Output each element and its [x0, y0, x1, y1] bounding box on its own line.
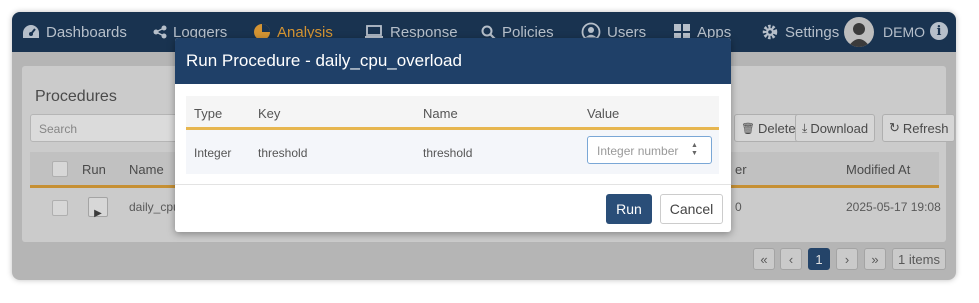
- parameter-row: Integer threshold threshold Integer numb…: [186, 130, 719, 174]
- parameters-header: Type Key Name Value: [186, 96, 719, 130]
- dialog-title: Run Procedure - daily_cpu_overload: [175, 38, 731, 84]
- number-stepper-icon[interactable]: ▲ ▼: [691, 142, 699, 158]
- parameters-table: Type Key Name Value Integer threshold th…: [186, 96, 719, 174]
- param-type: Integer: [194, 146, 232, 160]
- run-button[interactable]: Run: [606, 194, 652, 224]
- cancel-button[interactable]: Cancel: [660, 194, 723, 224]
- param-name: threshold: [423, 146, 473, 160]
- param-key: threshold: [258, 146, 308, 160]
- column-header: Type: [194, 106, 223, 121]
- threshold-value-input[interactable]: Integer number ▲ ▼: [587, 136, 712, 164]
- column-header: Name: [423, 106, 458, 121]
- run-procedure-dialog: Run Procedure - daily_cpu_overload Type …: [175, 38, 731, 232]
- dialog-footer: Run Cancel: [175, 184, 731, 232]
- column-header: Key: [258, 106, 281, 121]
- column-header: Value: [587, 106, 620, 121]
